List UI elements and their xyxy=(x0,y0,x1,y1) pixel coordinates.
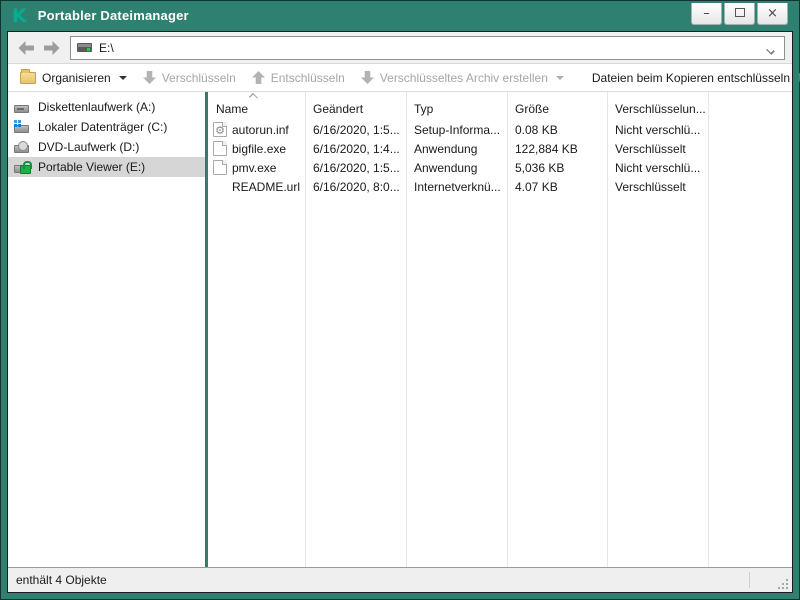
forward-button[interactable] xyxy=(39,40,64,56)
back-button[interactable] xyxy=(14,40,39,56)
column-separator[interactable] xyxy=(708,92,709,567)
address-text: E:\ xyxy=(99,41,114,55)
sidebar-item-floppy-a[interactable]: Diskettenlaufwerk (A:) xyxy=(8,97,205,117)
file-size: 122,884 KB xyxy=(507,142,607,156)
file-encryption: Verschlüsselt xyxy=(607,142,708,156)
table-row[interactable]: pmv.exe 6/16/2020, 1:5... Anwendung 5,03… xyxy=(208,158,792,177)
arrow-down-icon xyxy=(143,71,156,85)
organize-label: Organisieren xyxy=(42,71,111,85)
minimize-button[interactable]: – xyxy=(691,3,722,25)
kaspersky-logo-icon: K xyxy=(12,8,27,24)
address-bar[interactable]: E:\ xyxy=(70,36,785,60)
sidebar-item-label: Diskettenlaufwerk (A:) xyxy=(38,100,155,114)
column-header-modified[interactable]: Geändert xyxy=(305,94,406,116)
file-name: bigfile.exe xyxy=(232,142,286,156)
title-bar: K Portabler Dateimanager – × xyxy=(1,1,799,30)
table-row[interactable]: README.url 6/16/2020, 8:0... Internetver… xyxy=(208,177,792,196)
file-size: 4.07 KB xyxy=(507,180,607,194)
file-name: pmv.exe xyxy=(232,161,276,175)
setup-file-icon: ⚙ xyxy=(213,122,227,137)
lock-icon xyxy=(20,165,31,174)
encrypt-label: Verschlüsseln xyxy=(162,71,236,85)
status-bar: enthält 4 Objekte xyxy=(8,567,792,592)
file-modified: 6/16/2020, 8:0... xyxy=(305,180,406,194)
main-area: Diskettenlaufwerk (A:) Lokaler Datenträg… xyxy=(8,92,792,567)
file-modified: 6/16/2020, 1:5... xyxy=(305,123,406,137)
sidebar-item-label: Portable Viewer (E:) xyxy=(38,160,145,174)
column-header-size[interactable]: Größe xyxy=(507,94,607,116)
sidebar-item-label: DVD-Laufwerk (D:) xyxy=(38,140,139,154)
navigation-bar: E:\ xyxy=(8,32,792,64)
file-list-pane: Name Geändert Typ Größe Verschlüsselun..… xyxy=(208,92,792,567)
column-header-encryption[interactable]: Verschlüsselun... xyxy=(607,94,708,116)
no-icon xyxy=(213,179,227,194)
local-disk-icon xyxy=(14,120,31,134)
encrypt-button[interactable]: Verschlüsseln xyxy=(143,71,236,85)
file-icon xyxy=(213,160,227,175)
sidebar-item-local-disk-c[interactable]: Lokaler Datenträger (C:) xyxy=(8,117,205,137)
file-modified: 6/16/2020, 1:4... xyxy=(305,142,406,156)
sidebar-item-portable-viewer-e[interactable]: Portable Viewer (E:) xyxy=(8,157,205,177)
sort-ascending-icon xyxy=(249,93,259,100)
table-row[interactable]: ⚙ autorun.inf 6/16/2020, 1:5... Setup-In… xyxy=(208,120,792,139)
file-type: Anwendung xyxy=(406,142,507,156)
file-name: README.url xyxy=(232,180,300,194)
column-header-type[interactable]: Typ xyxy=(406,94,507,116)
chevron-down-icon xyxy=(556,76,564,80)
create-encrypted-archive-label: Verschlüsseltes Archiv erstellen xyxy=(380,71,548,85)
table-row[interactable]: bigfile.exe 6/16/2020, 1:4... Anwendung … xyxy=(208,139,792,158)
file-size: 5,036 KB xyxy=(507,161,607,175)
decrypt-label: Entschlüsseln xyxy=(271,71,345,85)
sidebar-item-label: Lokaler Datenträger (C:) xyxy=(38,120,167,134)
maximize-icon xyxy=(735,8,745,17)
list-header: Name Geändert Typ Größe Verschlüsselun..… xyxy=(208,92,792,118)
arrow-up-icon xyxy=(252,71,265,85)
column-separator[interactable] xyxy=(305,92,306,567)
locked-drive-icon xyxy=(14,160,31,174)
file-encryption: Nicht verschlü... xyxy=(607,123,708,137)
sidebar-item-dvd-d[interactable]: DVD-Laufwerk (D:) xyxy=(8,137,205,157)
chevron-down-icon[interactable] xyxy=(766,45,775,54)
decrypt-button[interactable]: Entschlüsseln xyxy=(252,71,345,85)
chevron-down-icon xyxy=(119,76,127,80)
file-rows: ⚙ autorun.inf 6/16/2020, 1:5... Setup-In… xyxy=(208,120,792,196)
statusbar-separator xyxy=(749,572,750,588)
file-type: Setup-Informa... xyxy=(406,123,507,137)
arrow-left-icon xyxy=(17,40,36,56)
close-button[interactable]: × xyxy=(757,3,788,25)
folder-icon xyxy=(20,72,36,84)
app-window: K Portabler Dateimanager – × E:\ xyxy=(1,1,799,599)
window-content: E:\ Organisieren Verschlüsseln Entschlüs… xyxy=(7,31,793,593)
floppy-drive-icon xyxy=(14,100,31,114)
file-encryption: Nicht verschlü... xyxy=(607,161,708,175)
drive-icon xyxy=(77,43,92,52)
file-encryption: Verschlüsselt xyxy=(607,180,708,194)
maximize-button[interactable] xyxy=(724,3,755,25)
dvd-drive-icon xyxy=(14,140,31,154)
file-icon xyxy=(213,141,227,156)
resize-grip[interactable] xyxy=(777,578,788,589)
column-separator[interactable] xyxy=(607,92,608,567)
file-size: 0.08 KB xyxy=(507,123,607,137)
column-separator[interactable] xyxy=(507,92,508,567)
file-type: Anwendung xyxy=(406,161,507,175)
organize-button[interactable]: Organisieren xyxy=(20,71,127,85)
decrypt-on-copy-label: Dateien beim Kopieren entschlüsseln xyxy=(592,71,790,85)
file-name: autorun.inf xyxy=(232,123,289,137)
file-type: Internetverknü... xyxy=(406,180,507,194)
arrow-right-icon xyxy=(42,40,61,56)
drive-sidebar: Diskettenlaufwerk (A:) Lokaler Datenträg… xyxy=(8,92,205,567)
file-modified: 6/16/2020, 1:5... xyxy=(305,161,406,175)
window-controls: – × xyxy=(691,3,788,25)
status-text: enthält 4 Objekte xyxy=(16,573,107,587)
create-encrypted-archive-button[interactable]: Verschlüsseltes Archiv erstellen xyxy=(361,71,564,85)
window-title: Portabler Dateimanager xyxy=(38,8,189,23)
column-separator[interactable] xyxy=(406,92,407,567)
arrow-down-icon xyxy=(361,71,374,85)
toolbar: Organisieren Verschlüsseln Entschlüsseln… xyxy=(8,64,792,92)
